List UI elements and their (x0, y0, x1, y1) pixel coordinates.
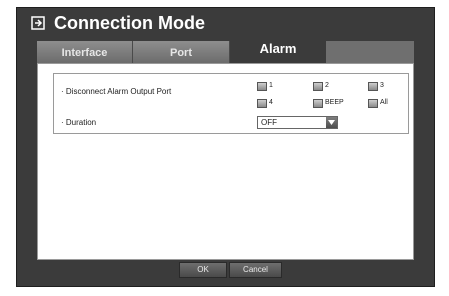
duration-label: · Duration (61, 118, 97, 127)
alarm-settings-panel: · Disconnect Alarm Output Port 1 2 3 4 B… (37, 63, 414, 260)
tab-alarm[interactable]: Alarm (230, 39, 326, 63)
checkbox-box (257, 82, 267, 91)
connection-mode-dialog: Connection Mode Interface Port Alarm · D… (16, 7, 435, 287)
checkbox-label: 3 (380, 82, 384, 89)
checkbox-label: All (380, 99, 388, 106)
duration-value: OFF (261, 118, 277, 127)
duration-select[interactable]: OFF (257, 116, 338, 129)
disconnect-alarm-output-port-label: · Disconnect Alarm Output Port (61, 87, 172, 96)
checkbox-box (313, 82, 323, 91)
connection-mode-icon (31, 16, 47, 32)
checkbox-box (368, 82, 378, 91)
ok-button[interactable]: OK (179, 262, 227, 278)
checkbox-label: 2 (325, 82, 329, 89)
tab-interface[interactable]: Interface (37, 41, 133, 63)
cancel-button[interactable]: Cancel (229, 262, 282, 278)
checkbox-box (368, 99, 378, 108)
checkbox-label: 4 (269, 99, 273, 106)
dialog-title: Connection Mode (54, 13, 205, 33)
checkbox-label: BEEP (325, 99, 344, 106)
chevron-down-icon (326, 117, 337, 128)
title-bar: Connection Mode (17, 8, 434, 42)
alarm-settings-group: · Disconnect Alarm Output Port 1 2 3 4 B… (53, 73, 409, 134)
tab-bar: Interface Port Alarm (37, 39, 414, 63)
checkbox-label: 1 (269, 82, 273, 89)
checkbox-box (313, 99, 323, 108)
tab-port[interactable]: Port (133, 41, 230, 63)
checkbox-box (257, 99, 267, 108)
